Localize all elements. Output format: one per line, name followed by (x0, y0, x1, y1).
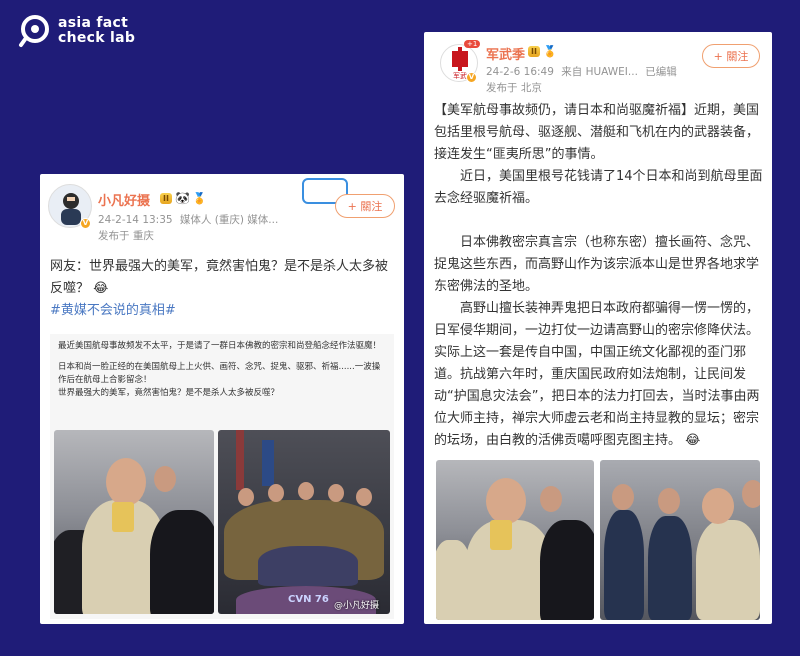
ship-hull-number: CVN 76 (288, 594, 329, 605)
edited-label: 已编辑 (645, 66, 677, 78)
medal-icon: 🏅 (542, 45, 557, 58)
asia-fact-check-lab-logo: asia fact check lab (18, 14, 135, 48)
paragraph-1: 【美军航母事故频仍，请日本和尚驱魔祈福】近期，美国包括里根号航母、驱逐舰、潜艇和… (434, 103, 760, 162)
caption-line: 世界最强大的美军，竟然害怕鬼？是不是杀人太多被反噬？ (58, 388, 280, 398)
user-badges: II 🏅 (528, 45, 557, 58)
weibo-post-right: 军武 +1 V 军武季 II 🏅 24-2-6 16:49 来自 HUAWEI.… (424, 32, 772, 624)
laugh-emoji-icon: 😂 (685, 433, 701, 448)
post-time[interactable]: 24-2-6 16:49 (486, 66, 554, 78)
post-body: 网友：世界最强大的美军，竟然害怕鬼？是不是杀人太多被反噬？ 😂 #黄媒不会说的真… (50, 256, 396, 322)
follow-button[interactable]: + 關注 (335, 194, 395, 218)
caption-line: 最近美国航母事故频发不太平，于是请了一群日本佛教的密宗和尚登船念经作法驱魔！ (58, 341, 382, 351)
follow-button[interactable]: + 關注 (702, 44, 760, 68)
post-body: 【美军航母事故频仍，请日本和尚驱魔祈福】近期，美国包括里根号航母、驱逐舰、潜艇和… (434, 100, 764, 452)
brand-name: asia fact check lab (58, 16, 135, 46)
photo-monks-praying[interactable] (436, 460, 594, 620)
brand-line-2: check lab (58, 30, 136, 46)
caption-line: 日本和尚一脸正经的在美国航母上上火供、画符、念咒、捉鬼、驱邪、祈福......一… (58, 362, 381, 385)
attached-image[interactable]: 最近美国航母事故频发不太平，于是请了一群日本佛教的密宗和尚登船念经作法驱魔！ 日… (50, 334, 394, 619)
paragraph-2: 近日，美国里根号花钱请了14个日本和尚到航母里面去念经驱魔祈福。 (434, 169, 763, 206)
level-badge: II (528, 46, 540, 57)
post-meta: 24-2-14 13:35 媒体人 (重庆) 媒体... (98, 212, 278, 227)
post-meta: 24-2-6 16:49 来自 HUAWEI... 已编辑 (486, 64, 677, 79)
post-time[interactable]: 24-2-14 13:35 (98, 214, 173, 226)
caption-line (58, 353, 388, 361)
laugh-emoji-icon: 😂 (93, 281, 109, 296)
image-caption-text: 最近美国航母事故频发不太平，于是请了一群日本佛教的密宗和尚登船念经作法驱魔！ 日… (58, 340, 388, 400)
post-source: 来自 HUAWEI... (561, 66, 638, 78)
weibo-post-left: V 小凡好摄 II 🐼 🏅 24-2-14 13:35 媒体人 (重庆) 媒体.… (40, 174, 404, 624)
panda-icon: 🐼 (174, 191, 190, 205)
paragraph-4: 高野山擅长装神弄鬼把日本政府都骗得一愣一愣的，日军侵华期间，一边打仗一边请高野山… (434, 301, 760, 448)
username[interactable]: 小凡好摄 (98, 190, 150, 209)
level-badge: II (160, 192, 172, 204)
svg-text:军武: 军武 (453, 71, 467, 80)
photo-monks-standing[interactable] (600, 460, 760, 620)
photo-monks-praying (54, 430, 214, 614)
verified-badge-icon: V (80, 218, 91, 229)
paragraph-3: 日本佛教密宗真言宗（也称东密）擅长画符、念咒、捉鬼这些东西，而高野山作为该宗派本… (434, 235, 760, 294)
post-location: 发布于 重庆 (98, 230, 154, 242)
post-location: 发布于 北京 (486, 82, 542, 94)
brand-line-1: asia fact (58, 15, 129, 31)
notification-count: +1 (464, 40, 481, 48)
post-source: 媒体人 (重庆) 媒体... (179, 214, 279, 226)
username[interactable]: 军武季 (486, 44, 525, 63)
user-badges: II 🐼 🏅 (160, 191, 207, 205)
hashtag-link[interactable]: #黄媒不会说的真相# (50, 303, 176, 318)
medal-icon: 🏅 (192, 191, 207, 205)
photo-monks-group: CVN 76 @小凡好摄 (218, 430, 390, 614)
verified-badge-icon: V (466, 72, 477, 83)
image-watermark: @小凡好摄 (334, 601, 380, 611)
magnifier-logo-icon (18, 14, 52, 48)
